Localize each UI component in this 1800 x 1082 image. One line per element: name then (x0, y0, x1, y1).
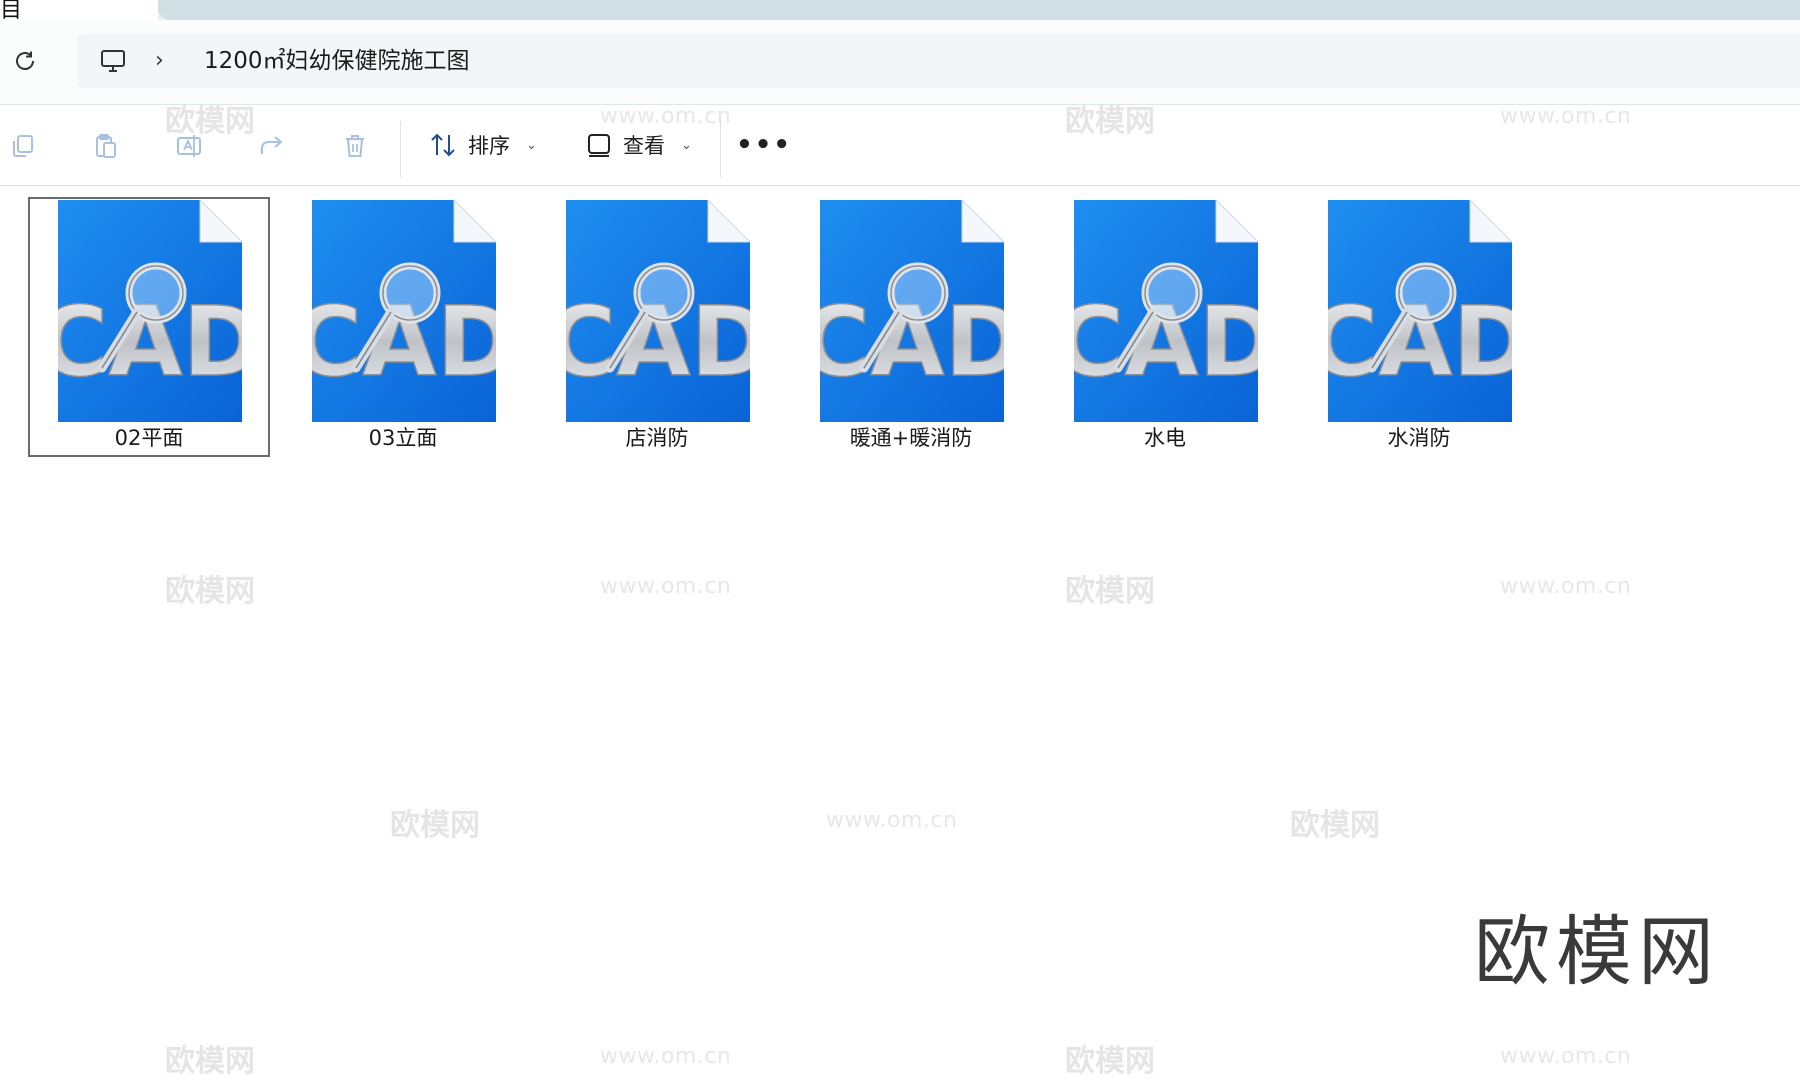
cad-file-icon: CAD (1074, 200, 1258, 422)
share-button[interactable] (257, 131, 287, 161)
toolbar-divider (720, 121, 721, 177)
tab-strip-background (158, 0, 1800, 20)
watermark-logo: 欧模网 (390, 808, 480, 843)
paste-icon (96, 134, 116, 158)
file-item[interactable]: CAD 水电 (1045, 198, 1285, 456)
toolbar-divider (400, 121, 401, 177)
refresh-button[interactable] (8, 44, 42, 78)
sort-button[interactable]: 排序 ⌄ (428, 125, 537, 165)
chevron-down-icon: ⌄ (681, 137, 692, 153)
watermark-url: www.om.cn (826, 808, 958, 833)
view-icon (588, 134, 610, 157)
paste-button[interactable] (91, 131, 121, 161)
rename-icon (177, 135, 201, 157)
command-bar: 排序 ⌄ 查看 ⌄ ••• (0, 105, 1800, 186)
sort-icon (431, 133, 455, 157)
watermark-logo: 欧模网 (1065, 574, 1155, 609)
file-item[interactable]: CAD 店消防 (537, 198, 777, 456)
watermark-url: www.om.cn (600, 1044, 732, 1069)
file-item[interactable]: CAD 02平面 (28, 197, 270, 457)
active-tab[interactable]: 目 (0, 0, 158, 23)
cad-file-icon: CAD (820, 200, 1004, 422)
sort-label: 排序 (468, 134, 510, 158)
breadcrumb-current-folder[interactable]: 1200㎡妇幼保健院施工图 (204, 46, 470, 76)
cad-file-icon: CAD (566, 200, 750, 422)
watermark-url: www.om.cn (600, 574, 732, 599)
file-item[interactable]: CAD 水消防 (1299, 198, 1539, 456)
brand-watermark: 欧模网 (1474, 907, 1720, 996)
trash-icon (346, 135, 364, 157)
file-name: 店消防 (625, 426, 689, 450)
file-name: 暖通+暖消防 (849, 426, 973, 450)
file-name: 02平面 (114, 426, 184, 450)
more-options-button[interactable]: ••• (736, 127, 790, 163)
cad-file-icon: CAD (312, 200, 496, 422)
chevron-down-icon: ⌄ (526, 137, 537, 153)
this-pc-icon[interactable] (98, 46, 128, 76)
cad-file-icon: CAD (1328, 200, 1512, 422)
tab-strip: 目 (0, 0, 1800, 23)
file-name: 水消防 (1387, 426, 1451, 450)
breadcrumb-separator-icon[interactable]: › (155, 49, 175, 73)
file-item[interactable]: CAD 暖通+暖消防 (791, 198, 1031, 456)
watermark-url: www.om.cn (1500, 574, 1632, 599)
share-icon (261, 136, 283, 154)
copy-button[interactable] (8, 131, 38, 161)
file-name: 水电 (1144, 426, 1186, 450)
copy-icon (13, 135, 33, 157)
view-label: 查看 (623, 134, 665, 158)
watermark-logo: 欧模网 (1290, 808, 1380, 843)
watermark-logo: 欧模网 (165, 1044, 255, 1079)
file-name: 03立面 (368, 426, 438, 450)
refresh-icon (16, 51, 34, 70)
watermark-url: www.om.cn (1500, 1044, 1632, 1069)
rename-button[interactable] (174, 131, 204, 161)
file-item[interactable]: CAD 03立面 (283, 198, 523, 456)
cad-file-icon: CAD (58, 200, 242, 422)
view-button[interactable]: 查看 ⌄ (585, 125, 692, 165)
watermark-logo: 欧模网 (165, 574, 255, 609)
watermark-logo: 欧模网 (1065, 1044, 1155, 1079)
delete-button[interactable] (340, 131, 370, 161)
file-explorer-window: 目 › 1200㎡妇幼保健院施工图 排序 ⌄ 查看 ⌄ ••• CAD 02平面… (0, 0, 1800, 1082)
